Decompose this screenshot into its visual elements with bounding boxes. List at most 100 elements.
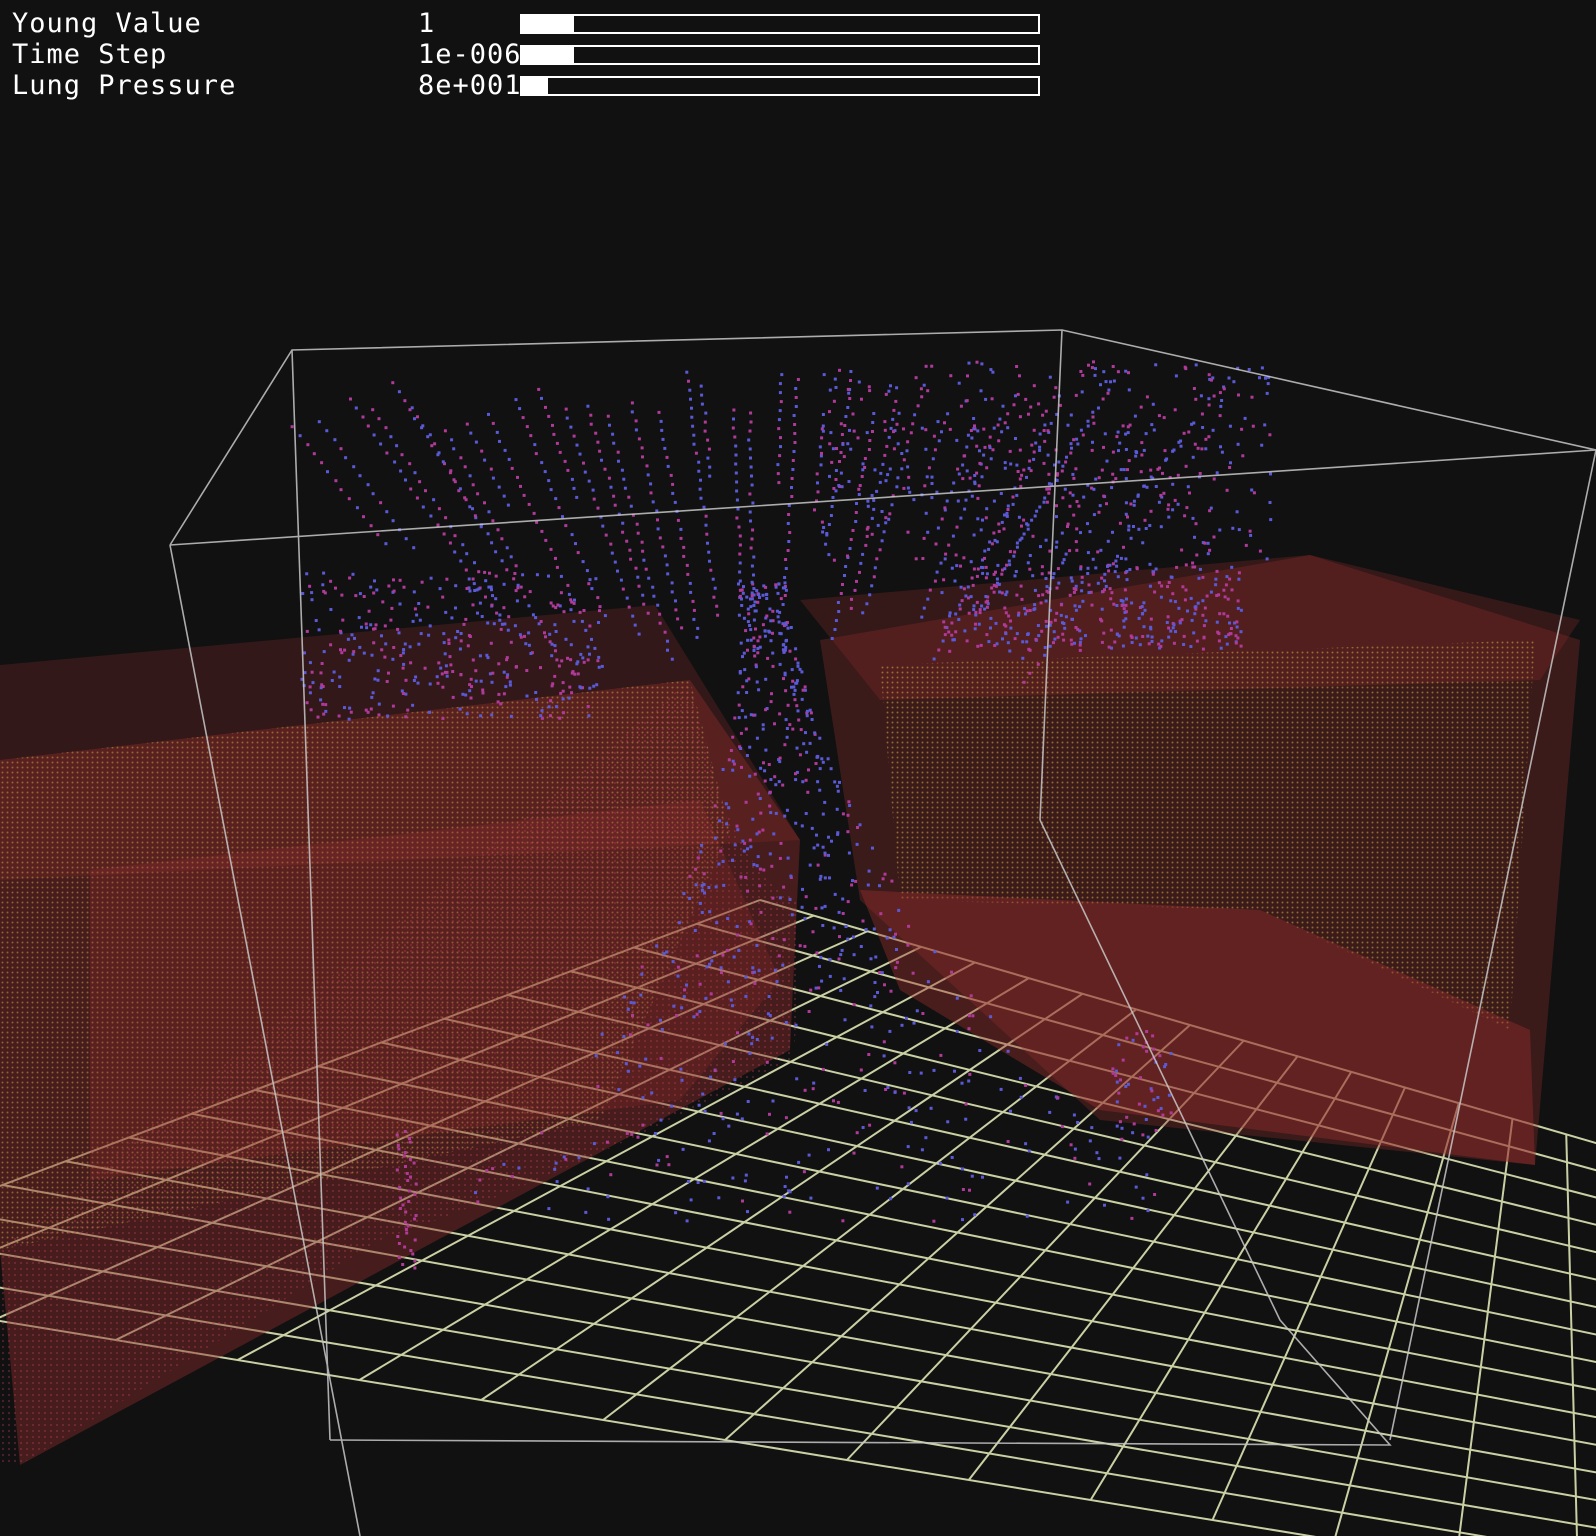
particle <box>870 584 874 588</box>
particle <box>1068 549 1072 553</box>
particle <box>703 429 707 433</box>
particle <box>757 969 761 973</box>
particle <box>575 662 579 666</box>
particle <box>1165 621 1169 624</box>
particle <box>1125 578 1129 582</box>
particle <box>756 792 760 796</box>
particle <box>829 514 833 517</box>
particle <box>447 638 451 642</box>
particle <box>768 804 772 808</box>
particle <box>979 528 983 532</box>
particle <box>749 845 753 849</box>
particle <box>740 709 744 713</box>
particle <box>383 624 387 628</box>
particle <box>912 498 916 502</box>
particle <box>558 716 562 720</box>
particle <box>1189 596 1193 600</box>
particle <box>476 492 480 496</box>
particle <box>1252 491 1256 495</box>
particle <box>744 800 748 804</box>
particle <box>550 684 554 688</box>
particle <box>497 692 501 696</box>
particle <box>1092 360 1095 364</box>
particle <box>1072 438 1076 442</box>
particle <box>1251 424 1255 428</box>
simulation-viewport[interactable]: Young Value 1 Time Step 1e-006 Lung Pres… <box>0 0 1596 1536</box>
particle <box>741 591 745 595</box>
particle <box>1004 593 1008 597</box>
particle <box>895 960 899 964</box>
particle <box>794 1023 798 1027</box>
particle <box>594 431 598 435</box>
particle <box>586 645 590 649</box>
particle <box>1080 589 1084 593</box>
particle <box>803 917 807 921</box>
particle <box>868 1123 872 1127</box>
particle <box>1158 1054 1162 1058</box>
particle <box>349 710 353 714</box>
particle <box>926 530 930 534</box>
particle <box>936 526 940 530</box>
particle <box>1118 521 1122 525</box>
particle <box>1149 627 1153 631</box>
particle <box>1208 509 1212 513</box>
particle <box>795 704 799 708</box>
particle <box>1088 1139 1092 1143</box>
particle <box>517 1166 521 1170</box>
particle <box>1124 557 1128 561</box>
particle <box>988 446 992 450</box>
particle <box>1151 572 1155 576</box>
particle <box>876 991 879 994</box>
particle <box>811 1087 815 1091</box>
particle <box>412 590 416 594</box>
particle <box>1088 1182 1092 1186</box>
particle <box>616 1051 620 1055</box>
particle <box>686 572 690 576</box>
particle <box>930 475 934 479</box>
particle <box>588 686 592 690</box>
particle <box>590 587 594 591</box>
particle <box>497 485 501 489</box>
particle <box>952 481 956 485</box>
particle <box>301 592 305 595</box>
particle <box>485 653 489 657</box>
scene-canvas[interactable] <box>0 0 1596 1536</box>
particle <box>947 630 951 634</box>
particle <box>1055 586 1059 590</box>
particle <box>1075 437 1079 441</box>
particle <box>758 867 762 871</box>
particle <box>683 988 687 992</box>
particle <box>340 593 344 597</box>
time-step-slider[interactable] <box>520 45 1040 65</box>
particle <box>818 736 822 740</box>
particle <box>548 632 552 636</box>
particle <box>1073 1156 1077 1160</box>
particle <box>686 1180 690 1183</box>
particle <box>324 703 328 707</box>
particle <box>1235 625 1239 629</box>
particle <box>1130 601 1134 605</box>
particle <box>875 557 879 561</box>
particle <box>617 459 620 463</box>
lung-pressure-slider[interactable] <box>520 76 1040 96</box>
particle <box>796 709 800 713</box>
particle <box>484 579 488 583</box>
particle <box>596 506 600 510</box>
particle <box>1161 471 1164 475</box>
particle <box>1201 613 1205 617</box>
particle <box>1056 567 1060 571</box>
particle <box>814 762 818 765</box>
particle <box>398 578 402 582</box>
particle <box>308 691 312 695</box>
particle <box>790 685 793 689</box>
particle <box>770 1036 774 1040</box>
particle <box>936 420 940 424</box>
particle <box>453 534 457 538</box>
particle <box>1074 608 1078 612</box>
particle <box>709 568 713 572</box>
particle <box>982 453 986 457</box>
particle <box>1024 397 1028 401</box>
young-value-slider[interactable] <box>520 14 1040 34</box>
particle <box>514 665 518 669</box>
particle <box>606 1195 610 1199</box>
